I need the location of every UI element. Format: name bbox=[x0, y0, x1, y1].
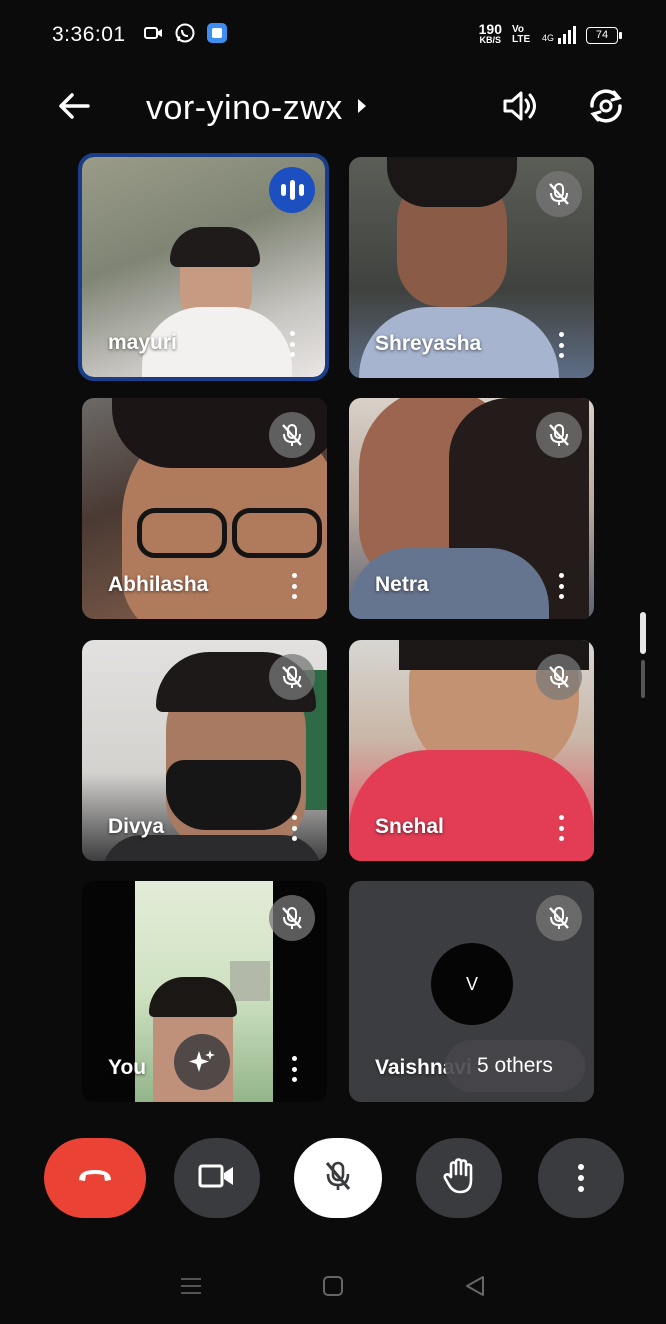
switch-camera-icon[interactable] bbox=[586, 88, 626, 129]
meet-call-screen: 3:36:01 190 KB/S Vo LTE 4G 74 vor-yino-z… bbox=[0, 0, 666, 1324]
back-arrow-icon[interactable] bbox=[58, 92, 90, 125]
more-vert-icon bbox=[578, 1164, 584, 1192]
speaking-indicator-icon bbox=[269, 167, 315, 213]
raise-hand-button[interactable] bbox=[416, 1138, 502, 1218]
end-call-button[interactable] bbox=[44, 1138, 146, 1218]
more-options-button[interactable] bbox=[538, 1138, 624, 1218]
recent-apps-icon[interactable] bbox=[179, 1276, 203, 1301]
home-icon[interactable] bbox=[321, 1274, 345, 1303]
more-options-icon[interactable] bbox=[291, 573, 297, 599]
more-options-icon[interactable] bbox=[291, 1056, 297, 1082]
mic-off-icon bbox=[536, 654, 582, 700]
more-options-icon[interactable] bbox=[558, 815, 564, 841]
call-header: vor-yino-zwx bbox=[0, 75, 666, 141]
participant-tile-abhilasha[interactable]: Abhilasha bbox=[82, 398, 327, 619]
meeting-details-arrow-icon[interactable] bbox=[357, 98, 367, 119]
speaker-icon[interactable] bbox=[502, 90, 538, 127]
system-navigation-bar bbox=[0, 1258, 666, 1318]
more-options-icon[interactable] bbox=[291, 815, 297, 841]
hand-icon bbox=[442, 1157, 476, 1200]
network-speed: 190 KB/S bbox=[478, 21, 502, 45]
scrollbar-thumb[interactable] bbox=[640, 612, 646, 654]
avatar: V bbox=[431, 943, 513, 1025]
participant-tile-divya[interactable]: Divya bbox=[82, 640, 327, 861]
whatsapp-icon bbox=[174, 22, 196, 49]
hang-up-icon bbox=[75, 1166, 115, 1191]
participant-tile-vaishnavi[interactable]: V Vaishnavi 5 others bbox=[349, 881, 594, 1102]
status-system-icons: 190 KB/S Vo LTE 4G 74 bbox=[478, 21, 622, 46]
mic-off-icon bbox=[323, 1160, 353, 1197]
camera-button[interactable] bbox=[174, 1138, 260, 1218]
more-options-icon[interactable] bbox=[289, 331, 295, 357]
participant-tile-shreyasha[interactable]: Shreyasha bbox=[349, 157, 594, 378]
participant-tile-mayuri[interactable]: mayuri bbox=[78, 153, 329, 381]
more-options-icon[interactable] bbox=[558, 332, 564, 358]
more-options-icon[interactable] bbox=[558, 573, 564, 599]
mic-off-icon bbox=[269, 654, 315, 700]
video-camera-icon bbox=[198, 1163, 236, 1194]
volte-indicator: Vo LTE bbox=[511, 24, 531, 45]
scrollbar-track bbox=[641, 660, 645, 698]
participant-name: Netra bbox=[375, 573, 429, 596]
microphone-button[interactable] bbox=[294, 1138, 382, 1218]
mic-off-icon bbox=[269, 412, 315, 458]
meeting-code[interactable]: vor-yino-zwx bbox=[146, 89, 343, 128]
participant-name: Shreyasha bbox=[375, 332, 482, 355]
status-time: 3:36:01 bbox=[52, 23, 126, 46]
others-count-badge[interactable]: 5 others bbox=[445, 1040, 585, 1092]
participant-name: Snehal bbox=[375, 815, 444, 838]
participant-name: Divya bbox=[108, 815, 165, 838]
mic-off-icon bbox=[269, 895, 315, 941]
video-notification-icon bbox=[143, 25, 164, 46]
app-notification-icon bbox=[206, 22, 228, 49]
participant-name: Abhilasha bbox=[108, 573, 209, 596]
mic-off-icon bbox=[536, 171, 582, 217]
back-icon[interactable] bbox=[463, 1274, 487, 1303]
participant-tile-netra[interactable]: Netra bbox=[349, 398, 594, 619]
participant-name: mayuri bbox=[108, 331, 177, 354]
status-bar: 3:36:01 190 KB/S Vo LTE 4G 74 bbox=[0, 0, 666, 70]
participant-tile-snehal[interactable]: Snehal bbox=[349, 640, 594, 861]
mic-off-icon bbox=[536, 412, 582, 458]
effects-sparkle-icon[interactable] bbox=[174, 1034, 230, 1090]
mic-off-icon bbox=[536, 895, 582, 941]
signal-strength-icon: 4G bbox=[542, 26, 576, 44]
participant-name: You bbox=[108, 1056, 147, 1079]
battery-indicator: 74 bbox=[586, 26, 622, 44]
status-notification-icons bbox=[143, 22, 228, 49]
participant-tile-you[interactable]: You bbox=[82, 881, 327, 1102]
